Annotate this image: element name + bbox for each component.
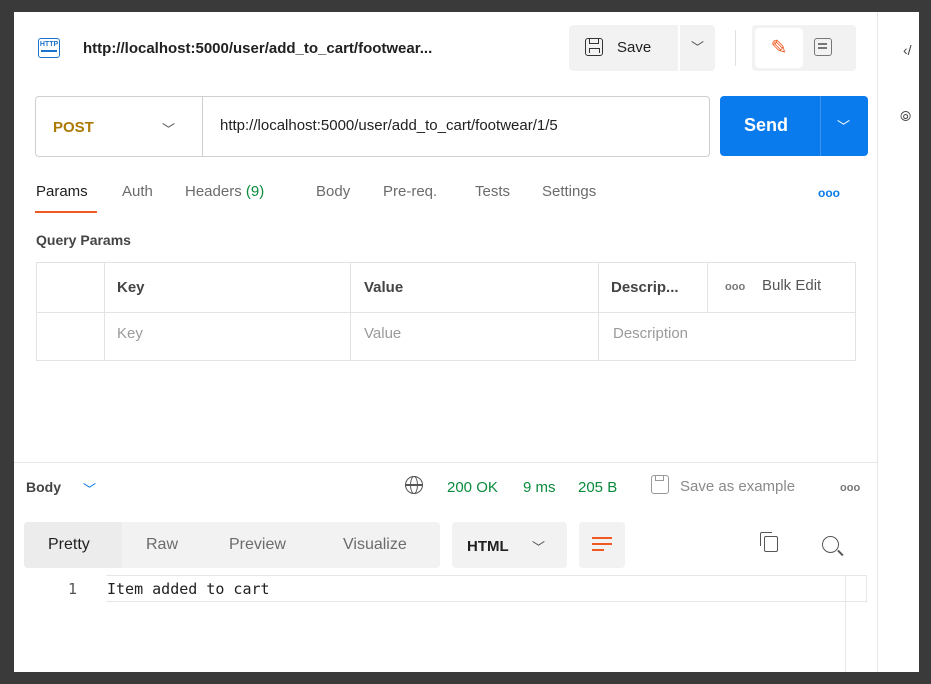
mode-toggle-group: ✎ [752, 25, 856, 71]
chevron-down-icon[interactable]: ﹀ [83, 479, 96, 498]
info-icon[interactable]: ⦾ [900, 108, 911, 125]
save-example-icon[interactable] [651, 475, 669, 494]
query-params-table: Key Value Descrip... ooo Bulk Edit Key V… [36, 262, 856, 361]
wrap-icon [592, 537, 612, 539]
tab-auth[interactable]: Auth [122, 183, 153, 200]
column-header-description: Descrip... [611, 279, 679, 296]
editor-edge [866, 575, 867, 602]
save-label: Save [617, 39, 652, 56]
response-format-tabs: Pretty Raw Preview Visualize [24, 522, 440, 568]
key-input[interactable]: Key [117, 325, 143, 342]
send-label: Send [744, 115, 789, 135]
edit-icon[interactable]: ✎ [755, 28, 803, 68]
tab-prereq[interactable]: Pre-req. [383, 183, 437, 200]
code-icon[interactable]: ‹/ [903, 42, 912, 58]
response-body-line: Item added to cart [107, 580, 270, 598]
copy-icon[interactable] [760, 532, 778, 552]
response-more-button[interactable]: ooo [840, 482, 860, 494]
query-params-title: Query Params [36, 232, 131, 248]
url-divider [202, 97, 203, 156]
status-code[interactable]: 200 OK [447, 479, 498, 496]
editor-line-border [106, 575, 866, 576]
description-input[interactable]: Description [613, 325, 688, 342]
tab-body[interactable]: Body [316, 183, 350, 200]
bulk-edit-button[interactable]: Bulk Edit [762, 277, 821, 294]
format-visualize[interactable]: Visualize [343, 536, 407, 554]
save-options-button[interactable]: ﹀ [680, 25, 715, 71]
save-icon [585, 38, 603, 56]
url-bar: POST ﹀ http://localhost:5000/user/add_to… [35, 96, 710, 157]
column-header-key: Key [117, 279, 145, 296]
active-tab-indicator [35, 211, 97, 213]
column-options-button[interactable]: ooo [725, 281, 745, 293]
format-preview[interactable]: Preview [229, 536, 286, 554]
table-divider [37, 312, 855, 313]
request-tab-title[interactable]: http://localhost:5000/user/add_to_cart/f… [83, 40, 432, 57]
screenshot-frame: HTTP http://localhost:5000/user/add_to_c… [0, 0, 931, 684]
tab-params[interactable]: Params [36, 183, 88, 200]
column-divider [104, 263, 105, 360]
tab-tests[interactable]: Tests [475, 183, 510, 200]
right-sidebar: ‹/ ⦾ [877, 12, 919, 672]
send-button[interactable]: Send ﹀ [720, 96, 868, 156]
http-icon: HTTP [38, 38, 60, 58]
send-divider [820, 96, 821, 156]
more-tabs-button[interactable]: ooo [818, 186, 840, 200]
chevron-down-icon: ﹀ [690, 40, 704, 55]
editor-scrollbar-track[interactable] [845, 575, 846, 672]
chevron-down-icon: ﹀ [532, 540, 546, 555]
column-divider [350, 263, 351, 360]
search-icon[interactable] [822, 536, 839, 553]
chevron-down-icon[interactable]: ﹀ [162, 119, 175, 138]
column-divider [707, 263, 708, 312]
url-input[interactable]: http://localhost:5000/user/add_to_cart/f… [220, 117, 558, 134]
response-divider [14, 462, 877, 463]
headers-count: (9) [245, 183, 265, 200]
save-button[interactable]: Save [569, 25, 678, 71]
response-size[interactable]: 205 B [578, 479, 617, 496]
wrap-icon-line [592, 543, 612, 545]
editor-line-border [106, 601, 866, 602]
language-select[interactable]: HTML ﹀ [452, 522, 567, 568]
tab-headers[interactable]: Headers (9) [185, 183, 264, 200]
wrap-lines-button[interactable] [579, 522, 625, 568]
response-body-label[interactable]: Body [26, 479, 61, 495]
method-select[interactable]: POST [53, 119, 94, 136]
value-input[interactable]: Value [364, 325, 401, 342]
globe-icon[interactable] [405, 476, 423, 494]
column-header-value: Value [364, 279, 404, 296]
response-time[interactable]: 9 ms [523, 479, 556, 496]
chevron-down-icon[interactable]: ﹀ [837, 116, 850, 135]
column-divider [598, 263, 599, 360]
language-label: HTML [467, 538, 509, 555]
line-number: 1 [68, 580, 78, 598]
tab-headers-label: Headers [185, 183, 242, 200]
doc-icon[interactable] [814, 38, 832, 56]
request-panel: HTTP http://localhost:5000/user/add_to_c… [14, 12, 919, 672]
wrap-icon-line [592, 549, 604, 551]
toolbar-divider [735, 30, 736, 66]
format-raw[interactable]: Raw [146, 536, 178, 554]
tab-settings[interactable]: Settings [542, 183, 596, 200]
format-pretty[interactable]: Pretty [48, 536, 90, 554]
save-as-example-button[interactable]: Save as example [680, 478, 795, 495]
